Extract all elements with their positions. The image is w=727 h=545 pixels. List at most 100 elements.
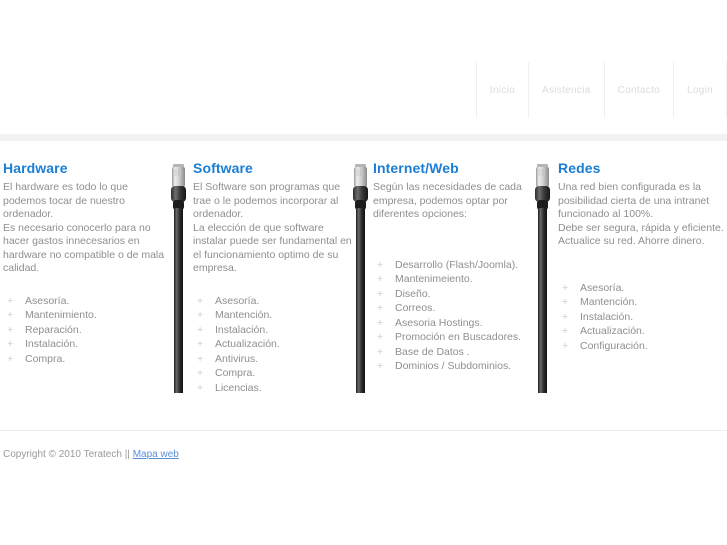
list-item[interactable]: + Mantención. [558, 295, 724, 310]
plus-icon: + [377, 287, 384, 300]
list-item-label: Asesoría. [25, 294, 70, 307]
list-item[interactable]: + Asesoría. [3, 294, 166, 309]
column-description: Una red bien configurada es la posibilid… [558, 181, 724, 247]
list-item[interactable]: + Asesoría. [193, 294, 356, 309]
list-item[interactable]: + Reparación. [3, 323, 166, 338]
plus-icon: + [377, 316, 384, 329]
site-header: Inicio Asistencia Contacto Login [0, 0, 727, 120]
list-item[interactable]: + Compra. [193, 366, 356, 381]
plus-icon: + [562, 310, 569, 323]
list-item-label: Mantención. [580, 296, 638, 308]
list-item[interactable]: + Desarrollo (Flash/Joomla). [373, 258, 543, 273]
plus-icon: + [377, 302, 384, 314]
nav-item-login[interactable]: Login [673, 62, 727, 118]
main-navigation: Inicio Asistencia Contacto Login [475, 62, 727, 118]
services-section: Hardware El hardware es todo lo que pode… [0, 160, 727, 410]
site-footer: Copyright © 2010 Teratech || Mapa web [3, 449, 179, 460]
list-item-label: Antivirus. [215, 352, 259, 365]
list-item[interactable]: + Compra. [3, 352, 166, 367]
list-item[interactable]: + Antivirus. [193, 352, 356, 367]
plus-icon: + [562, 296, 569, 308]
list-item-label: Mantención. [215, 309, 273, 321]
list-item-label: Diseño. [395, 287, 431, 300]
plus-icon: + [562, 339, 569, 352]
plus-icon: + [7, 338, 14, 350]
list-item-label: Instalación. [25, 338, 79, 350]
list-item[interactable]: + Diseño. [373, 287, 543, 302]
service-column-internet-web: Internet/Web Según las necesidades de ca… [373, 160, 543, 374]
list-item-label: Instalación. [580, 310, 634, 323]
list-item[interactable]: + Promoción en Buscadores. [373, 330, 543, 345]
footer-divider [0, 430, 727, 431]
list-item[interactable]: + Dominios / Subdominios. [373, 359, 543, 374]
plus-icon: + [7, 352, 14, 365]
service-column-software: Software El Software son programas que t… [193, 160, 356, 395]
list-item[interactable]: + Mantención. [193, 308, 356, 323]
copyright-text: Copyright © 2010 Teratech || [3, 449, 130, 460]
list-item-label: Actualización. [215, 338, 280, 350]
list-item[interactable]: + Asesoria Hostings. [373, 316, 543, 331]
list-item-label: Mantenimeiento. [395, 273, 473, 285]
plus-icon: + [377, 360, 384, 372]
list-item-label: Configuración. [580, 339, 648, 352]
nav-item-label: Inicio [489, 84, 516, 96]
list-item-label: Reparación. [25, 323, 82, 336]
plus-icon: + [197, 367, 204, 379]
service-column-hardware: Hardware El hardware es todo lo que pode… [3, 160, 166, 366]
list-item-label: Asesoría. [215, 294, 260, 307]
service-column-redes: Redes Una red bien configurada es la pos… [558, 160, 724, 353]
column-title: Hardware [3, 160, 68, 176]
nav-item-asistencia[interactable]: Asistencia [528, 62, 604, 118]
column-title: Redes [558, 160, 601, 176]
list-item[interactable]: + Mantenimeiento. [373, 272, 543, 287]
list-item[interactable]: + Instalación. [193, 323, 356, 338]
plus-icon: + [377, 331, 384, 343]
list-item[interactable]: + Asesoría. [558, 281, 724, 296]
list-item-label: Compra. [25, 352, 66, 365]
column-title: Internet/Web [373, 160, 459, 176]
plus-icon: + [7, 294, 14, 307]
header-divider-band [0, 134, 727, 141]
list-item[interactable]: + Mantenimiento. [3, 308, 166, 323]
plus-icon: + [377, 345, 384, 358]
list-item-label: Promoción en Buscadores. [395, 331, 522, 343]
column-description: El Software son programas que trae o le … [193, 181, 352, 274]
list-item-label: Dominios / Subdominios. [395, 360, 512, 372]
list-item[interactable]: + Instalación. [3, 337, 166, 352]
list-item-label: Asesoría. [580, 281, 625, 294]
column-title: Software [193, 160, 253, 176]
plus-icon: + [197, 338, 204, 350]
plus-icon: + [197, 294, 204, 307]
service-list: + Asesoría. + Mantención. + Instalación. + A… [193, 294, 356, 396]
list-item-label: Actualización. [580, 325, 645, 337]
list-item-label: Mantenimiento. [25, 309, 97, 321]
list-item-label: Asesoria Hostings. [395, 316, 483, 329]
column-description: Según las necesidades de cada empresa, p… [373, 181, 522, 220]
nav-item-label: Contacto [617, 84, 661, 96]
plus-icon: + [197, 309, 204, 321]
list-item-label: Compra. [215, 367, 256, 379]
plus-icon: + [197, 323, 204, 336]
list-item[interactable]: + Configuración. [558, 339, 724, 354]
nav-item-inicio[interactable]: Inicio [475, 62, 528, 118]
list-item-label: Base de Datos . [395, 345, 470, 358]
list-item[interactable]: + Base de Datos . [373, 345, 543, 360]
plus-icon: + [377, 273, 384, 285]
plus-icon: + [377, 258, 384, 271]
plus-icon: + [7, 323, 14, 336]
list-item[interactable]: + Instalación. [558, 310, 724, 325]
nav-item-contacto[interactable]: Contacto [603, 62, 673, 118]
list-item-label: Licencias. [215, 381, 262, 394]
service-list: + Asesoría. + Mantención. + Instalación. + A… [558, 281, 724, 354]
list-item-label: Correos. [395, 302, 436, 314]
list-item-label: Instalación. [215, 323, 269, 336]
list-item[interactable]: + Correos. [373, 301, 543, 316]
sitemap-link[interactable]: Mapa web [133, 449, 179, 460]
list-item[interactable]: + Actualización. [558, 324, 724, 339]
list-item[interactable]: + Actualización. [193, 337, 356, 352]
plus-icon: + [562, 281, 569, 294]
network-cable-icon [168, 163, 192, 393]
column-description: El hardware es todo lo que podemos tocar… [3, 181, 165, 274]
list-item-label: Desarrollo (Flash/Joomla). [395, 258, 519, 271]
list-item[interactable]: + Licencias. [193, 381, 356, 396]
